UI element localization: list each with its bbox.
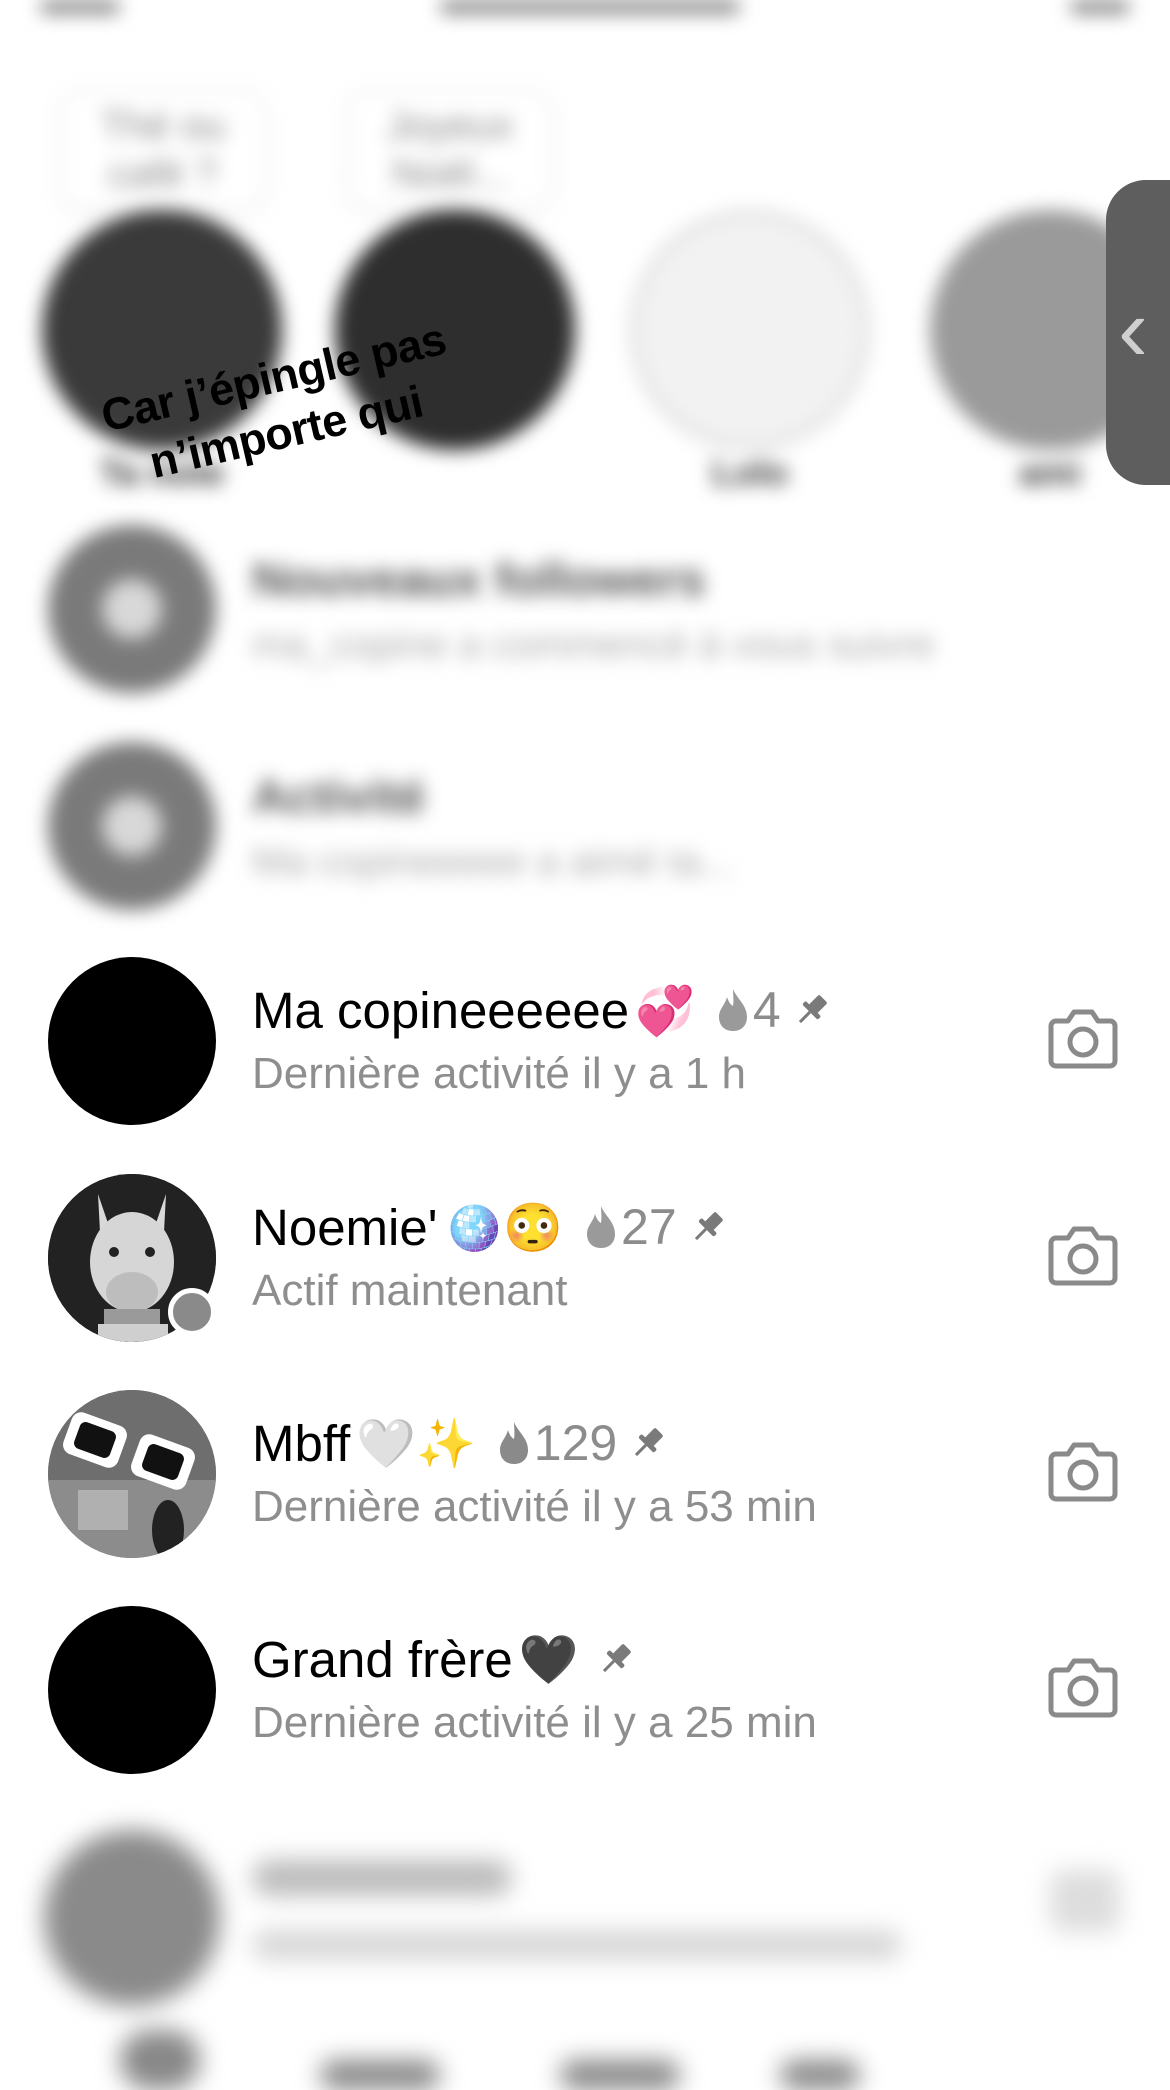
streak-count: 27 xyxy=(621,1199,677,1255)
name-emoji: 💞 xyxy=(635,984,695,1038)
pin-icon xyxy=(798,995,827,1024)
streak: 27 xyxy=(583,1198,677,1256)
back-icon[interactable] xyxy=(40,0,120,14)
streak: 129 xyxy=(496,1414,617,1472)
activity-status: Dernière activité il y a 1 h xyxy=(252,1049,746,1098)
side-drawer-handle[interactable]: ‹ xyxy=(1106,180,1170,485)
avatar[interactable] xyxy=(48,957,216,1125)
conversation-name: Grand frère xyxy=(252,1630,513,1688)
conversation-row[interactable]: Mbff 🤍✨ 129 Dernière activité il y a 53 … xyxy=(0,1390,1170,1606)
conversation-name: Mbff xyxy=(252,1414,351,1472)
name-emoji: 🪩😳 xyxy=(443,1201,564,1255)
name-line: Noemie' 🪩😳 27 xyxy=(252,1196,727,1258)
name-line: Mbff 🤍✨ 129 xyxy=(252,1412,667,1474)
note-bubble[interactable]: Joyeux Noël... xyxy=(345,90,555,210)
pin-icon xyxy=(694,1212,723,1241)
online-indicator xyxy=(168,1288,216,1336)
note-bubble[interactable]: Thé ou café ? xyxy=(58,90,268,210)
avatar[interactable] xyxy=(48,1606,216,1774)
conversation-row[interactable]: Grand frère 🖤 Dernière activité il y a 2… xyxy=(0,1606,1170,1822)
camera-icon[interactable] xyxy=(1048,1007,1118,1069)
camera-icon[interactable] xyxy=(1048,1224,1118,1286)
activity-status: Dernière activité il y a 25 min xyxy=(252,1698,817,1747)
streak: 4 xyxy=(715,981,781,1039)
name-line: Ma copineeeeee 💞 4 xyxy=(252,979,831,1041)
conversation-row[interactable]: Ma copineeeeee 💞 4 Dernière activité il … xyxy=(0,957,1170,1173)
new-followers-row[interactable]: Nouveaux followers ma_copine a commencé … xyxy=(0,525,1170,725)
story-avatar[interactable] xyxy=(630,210,870,450)
flame-icon xyxy=(718,989,747,1031)
blurred-conversation-row[interactable] xyxy=(0,1820,1170,2090)
name-line: Grand frère 🖤 xyxy=(252,1628,635,1690)
avatar[interactable] xyxy=(48,1390,216,1558)
top-bar xyxy=(0,0,1170,24)
flame-icon xyxy=(587,1206,616,1248)
pin-icon xyxy=(602,1644,631,1673)
flame-icon xyxy=(499,1422,528,1464)
activity-status: Actif maintenant xyxy=(252,1266,568,1315)
activity-row[interactable]: Activité Ma copineeeee a aimé ta... xyxy=(0,742,1170,942)
name-emoji: 🤍✨ xyxy=(356,1417,476,1471)
username-header[interactable] xyxy=(440,0,740,14)
streak-count: 129 xyxy=(533,1415,618,1471)
conversation-name: Ma copineeeeee xyxy=(252,981,630,1039)
pin-icon xyxy=(635,1428,663,1457)
streak-count: 4 xyxy=(752,982,781,1038)
conversation-name: Noemie' xyxy=(252,1198,438,1256)
name-emoji: 🖤 xyxy=(518,1633,579,1687)
chevron-left-icon: ‹ xyxy=(1118,280,1148,380)
story-name: Lolo xyxy=(712,452,788,493)
conversation-row[interactable]: Noemie' 🪩😳 27 Actif maintenant xyxy=(0,1174,1170,1390)
activity-status: Dernière activité il y a 53 min xyxy=(252,1482,817,1531)
camera-icon[interactable] xyxy=(1048,1656,1118,1718)
sunglasses-photo xyxy=(48,1390,216,1558)
camera-icon[interactable] xyxy=(1048,1440,1118,1502)
compose-icon[interactable] xyxy=(1070,0,1130,14)
